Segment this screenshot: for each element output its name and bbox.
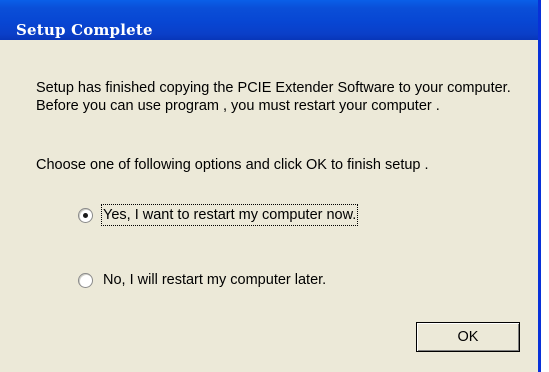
restart-now-label[interactable]: Yes, I want to restart my computer now. — [100, 204, 359, 226]
restart-later-radio[interactable] — [78, 272, 93, 288]
restart-later-label[interactable]: No, I will restart my computer later. — [103, 271, 326, 289]
ok-button[interactable]: OK — [416, 322, 520, 352]
restart-now-option[interactable]: Yes, I want to restart my computer now. — [78, 204, 359, 226]
setup-message: Setup has finished copying the PCIE Exte… — [36, 80, 511, 114]
dialog-body: Setup has finished copying the PCIE Exte… — [0, 40, 538, 372]
instruction-text: Choose one of following options and clic… — [36, 157, 429, 173]
setup-complete-dialog: Setup Complete Setup has finished copyin… — [0, 0, 541, 372]
dialog-title: Setup Complete — [16, 21, 153, 39]
restart-now-radio[interactable] — [78, 207, 93, 223]
restart-later-option[interactable]: No, I will restart my computer later. — [78, 271, 326, 289]
title-bar[interactable]: Setup Complete — [0, 0, 538, 40]
radio-selected-dot — [83, 212, 88, 218]
screen: Setup Complete Setup has finished copyin… — [0, 0, 549, 372]
